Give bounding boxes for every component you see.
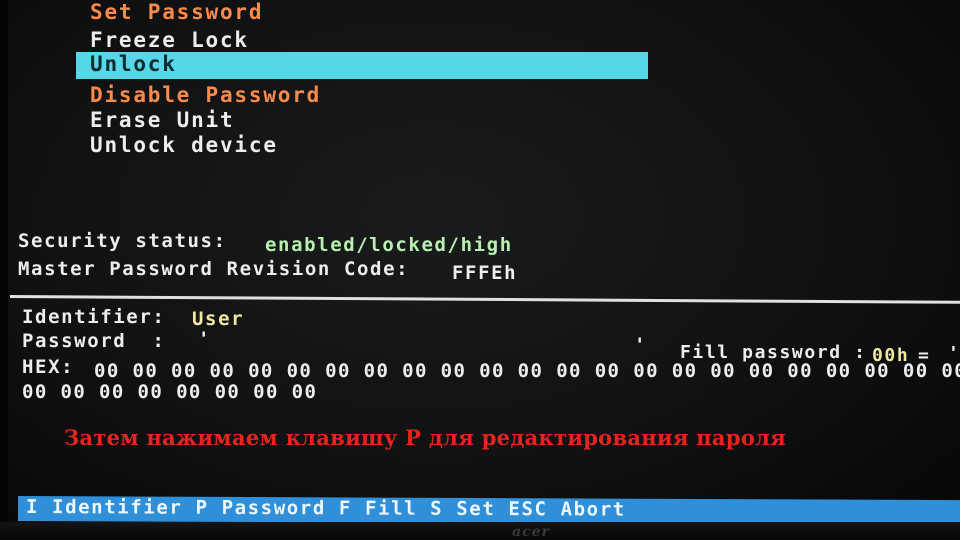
security-status-value: enabled/locked/high (265, 234, 513, 256)
section-divider (9, 295, 960, 304)
key-help-text: I Identifier P Password F Fill S Set ESC… (25, 496, 626, 521)
instruction-caption: Затем нажимаем клавишу Р для редактирова… (64, 425, 787, 450)
menu-item-disable-password[interactable]: Disable Password (90, 83, 321, 107)
revision-code-label: Master Password Revision Code: (18, 258, 410, 280)
identifier-value[interactable]: User (192, 308, 244, 330)
identifier-label: Identifier: (22, 306, 166, 328)
hex-bytes-row-1: 00 00 00 00 00 00 00 00 00 00 00 00 00 0… (94, 360, 960, 382)
monitor-bezel-left (0, 0, 8, 540)
menu-item-unlock-device[interactable]: Unlock device (90, 133, 278, 157)
hex-bytes-row-2: 00 00 00 00 00 00 00 00 (22, 381, 318, 403)
password-field-open-quote[interactable]: ' (198, 328, 211, 350)
revision-code-value: FFFEh (452, 262, 518, 284)
menu-item-erase-unit[interactable]: Erase Unit (90, 108, 234, 132)
menu-item-unlock[interactable]: Unlock (90, 52, 177, 76)
monitor-brand-logo: acer (512, 524, 550, 540)
bios-screen: Set Password Freeze Lock Unlock Disable … (0, 0, 960, 540)
menu-item-set-password[interactable]: Set Password (90, 0, 263, 24)
password-field-close-quote[interactable]: ' (634, 334, 647, 356)
security-status-label: Security status: (18, 230, 227, 252)
menu-item-freeze-lock[interactable]: Freeze Lock (90, 28, 249, 52)
password-label: Password : (22, 330, 166, 352)
hex-label: HEX: (22, 356, 75, 378)
key-help-statusbar: I Identifier P Password F Fill S Set ESC… (17, 496, 960, 526)
monitor-bezel-bottom (0, 522, 960, 540)
